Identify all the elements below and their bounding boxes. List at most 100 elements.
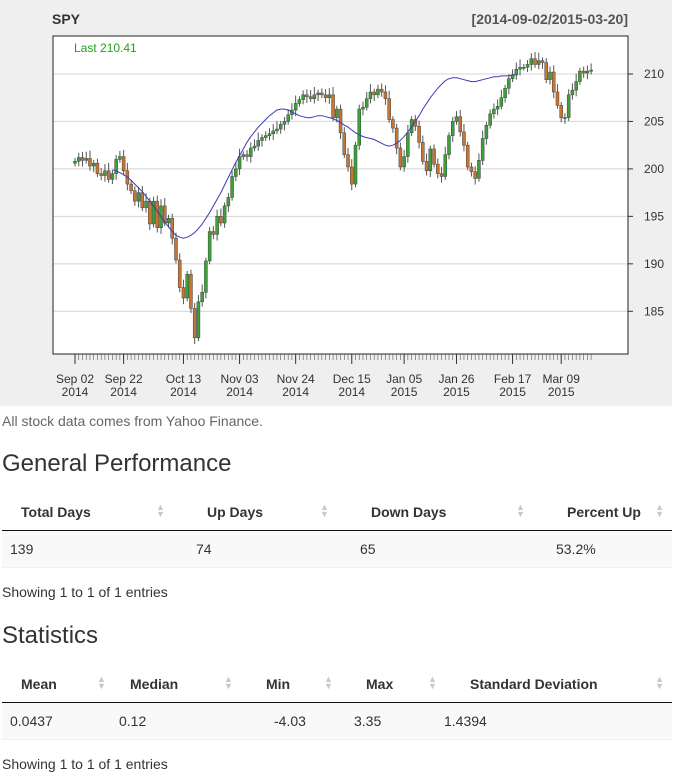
general-performance-title: General Performance: [2, 450, 232, 477]
candle-body: [522, 67, 526, 69]
sort-icon: ▲ ▼: [655, 502, 664, 519]
column-header-min[interactable]: Min ▲ ▼: [238, 665, 338, 703]
candle-body: [148, 200, 152, 225]
candle-body: [589, 69, 593, 72]
column-header-standard-deviation[interactable]: Standard Deviation ▲ ▼: [442, 665, 672, 703]
candle-body: [492, 108, 496, 115]
candle-body: [473, 171, 477, 179]
candle-body: [121, 156, 126, 172]
column-header-median[interactable]: Median ▲ ▼: [111, 665, 238, 703]
candle-body: [103, 170, 107, 176]
candle-body: [484, 124, 489, 139]
column-header-down-days[interactable]: Down Days ▲ ▼: [352, 493, 548, 531]
candle-body: [548, 71, 552, 80]
candle-body: [424, 161, 429, 172]
chart-panel: 185 190 195 200 205 210 Sep 02 2014 Sep 22 2014 Oc…: [0, 0, 672, 406]
candle-body: [323, 94, 328, 98]
column-header-mean[interactable]: Mean ▲ ▼: [2, 665, 111, 703]
candle-body: [338, 108, 343, 134]
column-header-total-days[interactable]: Total Days ▲ ▼: [2, 493, 188, 531]
cell-percent-up: 53.2%: [548, 530, 672, 568]
candle-body: [144, 200, 148, 209]
x-tick-year-label: 2014: [110, 385, 137, 399]
candle-body: [376, 88, 380, 96]
x-tick-label: Feb 17: [494, 372, 532, 386]
x-tick-label: Sep 22: [105, 372, 143, 386]
table-header-row: Total Days ▲ ▼ Up Days ▲ ▼ Down Days ▲ ▼ Pe…: [2, 493, 672, 531]
candle-body: [174, 237, 178, 261]
candle-body: [447, 135, 451, 155]
candle-body: [256, 140, 261, 147]
candle-body: [80, 157, 85, 161]
candle-body: [488, 113, 492, 126]
candle-body: [417, 125, 421, 143]
candle-body: [312, 94, 317, 99]
candle-body: [76, 157, 81, 162]
x-tick-label: Mar 09: [543, 372, 581, 386]
candle-body: [570, 89, 575, 96]
candle-body: [129, 183, 133, 191]
candle-body: [402, 156, 406, 168]
candle-body: [91, 162, 96, 167]
candle-body: [525, 64, 530, 68]
y-tick-label: 195: [644, 209, 664, 223]
candle-body: [581, 70, 586, 74]
candle-body: [200, 292, 204, 303]
candle-body: [177, 259, 182, 288]
y-tick-label: 205: [644, 114, 664, 128]
x-tick-label: Sep 02: [56, 372, 94, 386]
x-tick-year-label: 2015: [548, 385, 575, 399]
candle-body: [301, 94, 305, 100]
candle-body: [278, 124, 283, 130]
candle-body: [263, 135, 268, 138]
candle-body: [155, 200, 160, 228]
candle-body: [529, 58, 534, 65]
cell-down-days: 65: [352, 530, 548, 568]
x-tick-year-label: 2015: [391, 385, 418, 399]
y-tick-label: 185: [644, 304, 664, 318]
candle-body: [185, 274, 189, 299]
candle-body: [507, 78, 511, 89]
candle-body: [342, 132, 347, 155]
sort-icon: ▲ ▼: [97, 674, 106, 691]
sort-icon: ▲ ▼: [655, 674, 664, 691]
candle-body: [181, 287, 186, 299]
y-tick-label: 210: [644, 67, 664, 81]
candle-body: [260, 137, 264, 141]
candle-body: [305, 94, 309, 98]
candle-body: [364, 98, 369, 108]
source-note: All stock data comes from Yahoo Finance.: [2, 413, 263, 429]
candle-body: [170, 218, 174, 239]
candle-body: [346, 154, 350, 168]
candle-body: [383, 91, 388, 99]
cell-standard-deviation: 1.4394: [442, 702, 672, 740]
column-header-max[interactable]: Max ▲ ▼: [338, 665, 442, 703]
candle-body: [533, 58, 537, 65]
candle-body: [353, 144, 358, 185]
candle-body: [566, 94, 571, 118]
candle-body: [88, 158, 92, 167]
statistics-table: Mean ▲ ▼ Median ▲ ▼ Min ▲ ▼ Max ▲ ▼ Standard…: [2, 665, 672, 740]
candle-body: [189, 274, 193, 309]
sort-icon: ▲ ▼: [324, 674, 333, 691]
table-header-row: Mean ▲ ▼ Median ▲ ▼ Min ▲ ▼ Max ▲ ▼ Standard…: [2, 665, 672, 703]
column-header-percent-up[interactable]: Percent Up ▲ ▼: [548, 493, 672, 531]
candle-body: [166, 218, 171, 224]
cell-median: 0.12: [111, 702, 238, 740]
column-header-up-days[interactable]: Up Days ▲ ▼: [188, 493, 352, 531]
sort-icon: ▲ ▼: [516, 502, 525, 519]
last-price-label: Last 210.41: [74, 41, 137, 55]
candle-body: [387, 98, 391, 120]
candle-body: [99, 173, 103, 176]
candle-body: [514, 68, 519, 76]
candle-body: [95, 162, 100, 174]
candle-body: [215, 216, 219, 235]
candle-body: [327, 94, 332, 98]
candle-body: [133, 190, 137, 202]
candle-body: [136, 192, 141, 202]
sort-icon: ▲ ▼: [156, 502, 165, 519]
candle-body: [357, 108, 361, 146]
candle-body: [271, 130, 275, 135]
x-tick-year-label: 2014: [338, 385, 365, 399]
candle-body: [499, 97, 504, 107]
